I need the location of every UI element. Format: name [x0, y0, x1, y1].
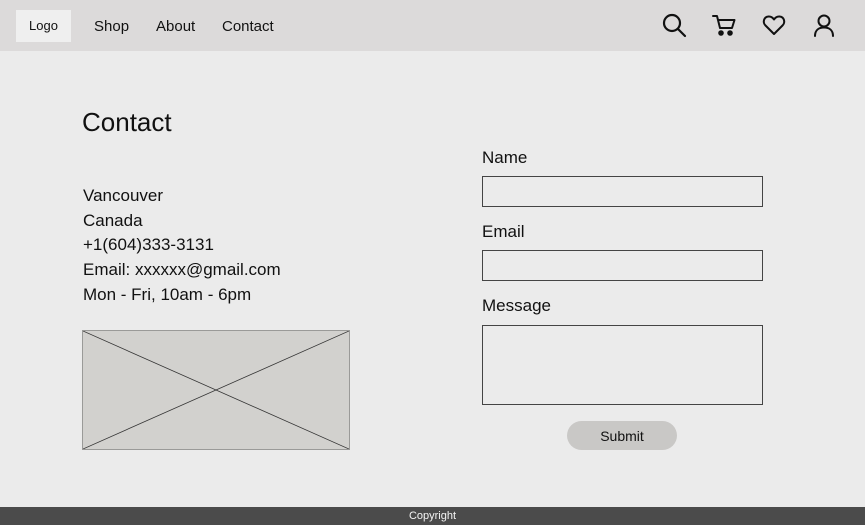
- user-icon[interactable]: [811, 12, 837, 38]
- cart-icon[interactable]: [711, 12, 737, 38]
- search-icon[interactable]: [661, 12, 687, 38]
- message-textarea[interactable]: [482, 325, 763, 405]
- email-input[interactable]: [482, 250, 763, 281]
- image-placeholder: [82, 330, 350, 450]
- info-country: Canada: [83, 211, 143, 230]
- info-city: Vancouver: [83, 186, 164, 205]
- email-label: Email: [482, 222, 525, 241]
- submit-button[interactable]: Submit: [567, 421, 677, 450]
- logo[interactable]: Logo: [16, 10, 71, 42]
- site-header: Logo Shop About Contact: [0, 0, 865, 51]
- info-hours: Mon - Fri, 10am - 6pm: [83, 285, 252, 304]
- nav-about-link[interactable]: About: [156, 18, 195, 35]
- message-label: Message: [482, 296, 551, 315]
- copyright-text: Copyright: [408, 510, 457, 522]
- info-phone: +1(604)333-3131: [83, 235, 214, 254]
- name-label: Name: [482, 148, 528, 167]
- name-input[interactable]: [482, 176, 763, 207]
- heart-icon[interactable]: [761, 12, 787, 38]
- nav-contact-link[interactable]: Contact: [222, 18, 274, 35]
- info-email: Email: xxxxxx@gmail.com: [83, 260, 281, 279]
- nav-shop-link[interactable]: Shop: [94, 18, 129, 35]
- page-title: Contact: [82, 107, 172, 137]
- footer: Copyright: [0, 507, 865, 525]
